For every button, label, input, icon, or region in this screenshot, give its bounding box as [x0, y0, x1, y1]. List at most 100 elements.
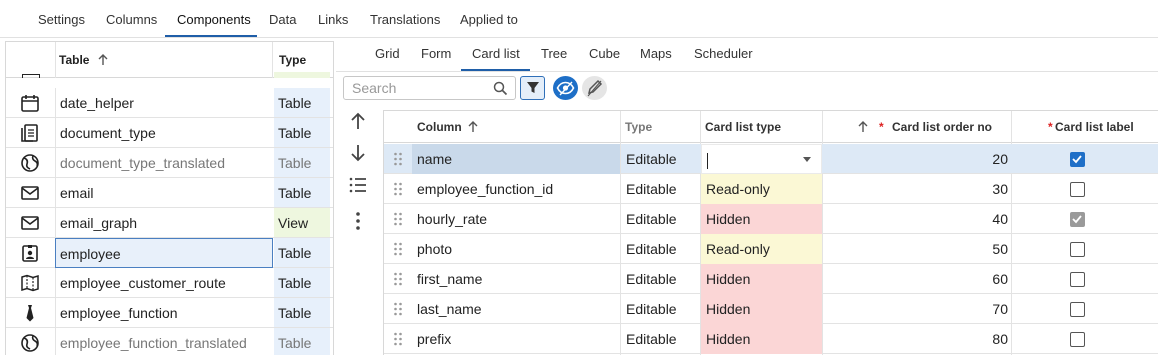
table-type: Table — [274, 268, 330, 297]
order-no-value[interactable]: 40 — [822, 204, 1008, 234]
column-type: Editable — [620, 234, 700, 264]
sort-ascending-icon[interactable] — [96, 53, 110, 67]
list-item[interactable]: email_graph View — [6, 208, 333, 238]
card-list-type-value: Read-only — [706, 181, 770, 197]
drag-handle-icon[interactable] — [393, 182, 403, 196]
column-name: hourly_rate — [417, 211, 488, 227]
tab-maps[interactable]: Maps — [640, 46, 672, 61]
drag-handle-icon[interactable] — [393, 302, 403, 316]
order-no-value[interactable]: 80 — [822, 324, 1008, 354]
search-box — [343, 76, 516, 100]
tab-cube[interactable]: Cube — [589, 46, 620, 61]
drag-handle-icon[interactable] — [393, 332, 403, 346]
tab-translations[interactable]: Translations — [370, 12, 440, 38]
table-row[interactable]: prefix Editable Hidden 80 — [384, 324, 1158, 354]
search-input[interactable] — [344, 77, 484, 99]
checkmark-icon — [1072, 215, 1082, 224]
card-list-label-checkbox[interactable] — [1070, 212, 1085, 227]
drag-handle-icon[interactable] — [393, 152, 403, 166]
card-list-label-checkbox[interactable] — [1070, 332, 1085, 347]
table-row[interactable]: photo Editable Read-only 50 — [384, 234, 1158, 264]
search-icon[interactable] — [493, 81, 508, 96]
sort-ascending-icon[interactable] — [466, 120, 480, 134]
table-row[interactable]: employee_function_id Editable Read-only 30 — [384, 174, 1158, 204]
card-list-type-select[interactable]: Hidden — [701, 204, 822, 234]
column-name: prefix — [417, 331, 452, 347]
column-header[interactable]: Column — [417, 111, 462, 143]
move-up-icon[interactable] — [346, 109, 370, 133]
card-list-type-select[interactable] — [701, 144, 822, 174]
order-no-text: 30 — [992, 181, 1008, 197]
type-header[interactable]: Type — [625, 111, 652, 143]
table-row[interactable]: name Editable 20 — [384, 144, 1158, 174]
list-item-selected[interactable]: employee Table — [6, 238, 333, 268]
list-item[interactable]: employee_customer_route Table — [6, 268, 333, 298]
order-no-value[interactable]: 70 — [822, 294, 1008, 324]
card-list-label-checkbox[interactable] — [1070, 302, 1085, 317]
card-list-label-checkbox[interactable] — [1070, 152, 1085, 167]
tab-links[interactable]: Links — [318, 12, 348, 38]
tab-settings[interactable]: Settings — [38, 12, 85, 38]
visibility-button[interactable] — [553, 76, 578, 100]
tab-applied-to[interactable]: Applied to — [460, 12, 518, 38]
move-down-icon[interactable] — [346, 141, 370, 165]
tab-form[interactable]: Form — [421, 46, 451, 61]
header-divider — [272, 42, 273, 78]
order-no-text: 50 — [992, 241, 1008, 257]
card-list-type-select[interactable]: Hidden — [701, 294, 822, 324]
order-no-header[interactable]: Card list order no — [892, 111, 992, 143]
sort-ascending-icon[interactable] — [856, 120, 870, 134]
pencil-icon — [587, 79, 603, 97]
type-column-header[interactable]: Type — [279, 53, 306, 67]
order-no-value[interactable]: 50 — [822, 234, 1008, 264]
tab-grid[interactable]: Grid — [375, 46, 400, 61]
card-list-type-select[interactable]: Read-only — [701, 174, 822, 204]
order-no-value[interactable]: 20 — [822, 144, 1008, 174]
chevron-down-icon[interactable] — [803, 157, 811, 163]
filter-button[interactable] — [520, 76, 545, 100]
table-type: View — [274, 208, 330, 237]
edit-button[interactable] — [582, 76, 607, 100]
list-item[interactable]: document_type Table — [6, 118, 333, 148]
order-no-text: 20 — [992, 151, 1008, 167]
list-item[interactable]: employee_function_translated Table — [6, 328, 333, 355]
table-row[interactable]: first_name Editable Hidden 60 — [384, 264, 1158, 294]
table-row[interactable]: hourly_rate Editable Hidden 40 — [384, 204, 1158, 234]
list-item[interactable]: date_helper Table — [6, 88, 333, 118]
card-list-type-header[interactable]: Card list type — [705, 111, 781, 143]
drag-handle-icon[interactable] — [393, 242, 403, 256]
table-name: document_type_translated — [55, 148, 273, 178]
card-list-label-checkbox[interactable] — [1070, 242, 1085, 257]
tab-tree[interactable]: Tree — [541, 46, 567, 61]
table-column-header[interactable]: Table — [59, 53, 89, 67]
grid-header: Column Type Card list type * Card list o… — [384, 111, 1158, 143]
list-icon[interactable] — [346, 173, 370, 197]
card-list-label-checkbox[interactable] — [1070, 272, 1085, 287]
drag-handle-icon[interactable] — [393, 212, 403, 226]
card-list-type-value: Hidden — [706, 331, 751, 347]
card-list-type-select[interactable]: Hidden — [701, 324, 822, 354]
tab-card-list[interactable]: Card list — [472, 46, 520, 61]
filter-icon — [527, 82, 539, 93]
order-no-value[interactable]: 30 — [822, 174, 1008, 204]
drag-handle-icon[interactable] — [393, 272, 403, 286]
card-list-type-select[interactable]: Read-only — [701, 234, 822, 264]
tab-columns[interactable]: Columns — [106, 12, 157, 38]
tab-scheduler[interactable]: Scheduler — [694, 46, 753, 61]
envelope-icon — [21, 216, 39, 230]
card-list-label-checkbox[interactable] — [1070, 182, 1085, 197]
tab-data[interactable]: Data — [269, 12, 296, 38]
column-type: Editable — [620, 324, 700, 354]
text-cursor — [707, 153, 708, 170]
partial-row-type — [274, 72, 330, 78]
label-header[interactable]: Card list label — [1055, 111, 1134, 143]
list-item[interactable]: email Table — [6, 178, 333, 208]
list-item[interactable]: document_type_translated Table — [6, 148, 333, 178]
more-vertical-icon[interactable] — [346, 209, 370, 233]
list-item[interactable]: employee_function Table — [6, 298, 333, 328]
order-no-value[interactable]: 60 — [822, 264, 1008, 294]
table-row[interactable]: last_name Editable Hidden 70 — [384, 294, 1158, 324]
table-list-header: Table Type — [6, 42, 333, 78]
card-list-type-select[interactable]: Hidden — [701, 264, 822, 294]
checkmark-icon — [1072, 155, 1082, 164]
